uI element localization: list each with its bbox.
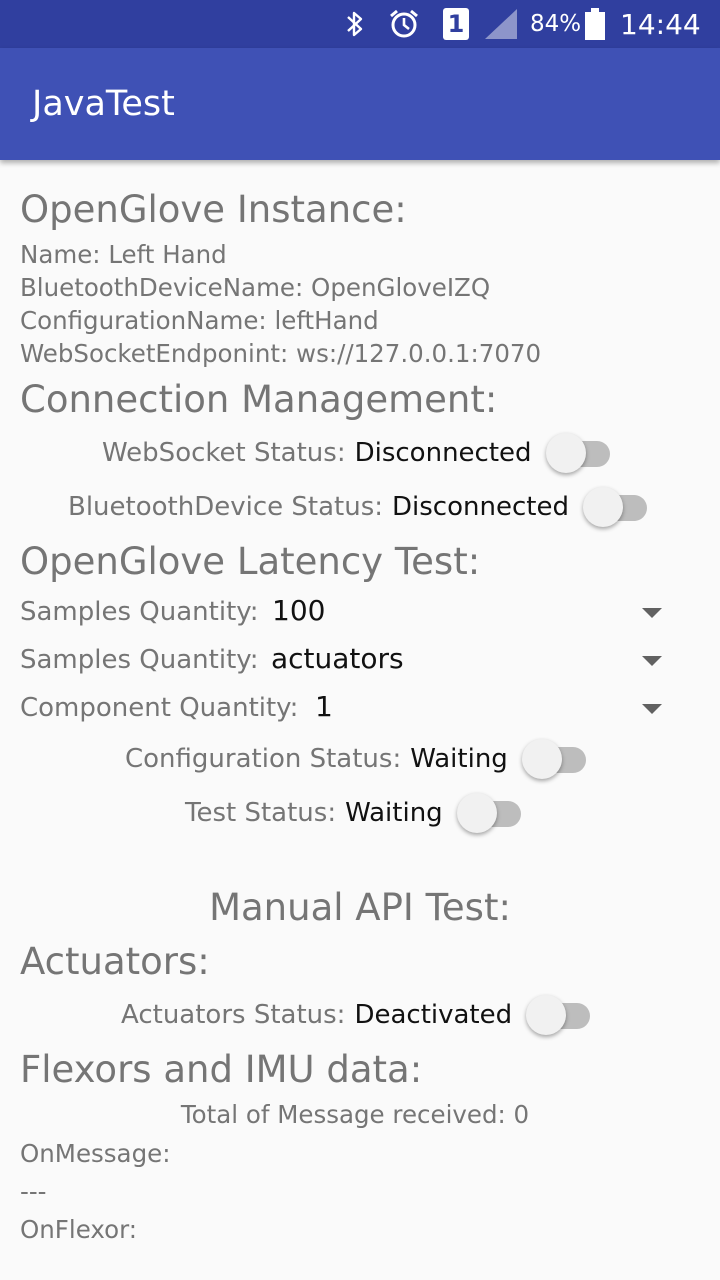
samples-quantity-value: 100 <box>272 594 326 627</box>
test-toggle[interactable] <box>456 791 525 835</box>
app-title: JavaTest <box>32 84 175 124</box>
latency-heading: OpenGlove Latency Test: <box>20 540 481 583</box>
on-message-label: OnMessage: <box>20 1139 171 1168</box>
on-flexor-label: OnFlexor: <box>20 1215 137 1244</box>
bluetooth-status-value: Disconnected <box>392 492 569 522</box>
status-bar: 1 84% 14:44 <box>0 0 720 48</box>
test-status-value: Waiting <box>345 798 443 828</box>
samples-type-label: Samples Quantity: <box>20 645 259 675</box>
sim-icon: 1 <box>443 0 469 48</box>
test-status-row: Test Status: Waiting <box>185 791 525 835</box>
component-quantity-value: 1 <box>315 690 333 723</box>
actuators-heading: Actuators: <box>20 940 210 983</box>
samples-type-value: actuators <box>271 642 404 675</box>
chevron-down-icon <box>642 608 662 618</box>
bluetooth-status-label: BluetoothDevice Status: <box>68 492 384 522</box>
alarm-icon <box>387 0 421 48</box>
actuators-status-value: Deactivated <box>354 1000 513 1030</box>
connection-heading: Connection Management: <box>20 378 498 421</box>
battery-icon <box>584 0 606 48</box>
on-message-value: --- <box>20 1177 47 1206</box>
component-quantity-label: Component Quantity: <box>20 693 299 723</box>
configuration-toggle[interactable] <box>521 737 590 781</box>
bluetooth-toggle[interactable] <box>582 485 651 529</box>
websocket-status-row: WebSocket Status: Disconnected <box>102 431 614 475</box>
signal-icon <box>483 0 519 48</box>
configuration-status-label: Configuration Status: <box>125 744 402 774</box>
chevron-down-icon <box>642 656 662 666</box>
samples-type-spinner[interactable]: actuators <box>256 638 676 682</box>
websocket-toggle[interactable] <box>545 431 614 475</box>
instance-name: Name: Left Hand <box>20 240 227 269</box>
configuration-status-value: Waiting <box>410 744 508 774</box>
actuators-status-label: Actuators Status: <box>121 1000 346 1030</box>
actuators-toggle[interactable] <box>526 993 594 1037</box>
instance-websocket-endpoint: WebSocketEndponint: ws://127.0.0.1:7070 <box>20 339 542 368</box>
battery-percent: 84% <box>530 11 582 37</box>
samples-quantity-spinner[interactable]: 100 <box>256 590 676 634</box>
component-quantity-row: Component Quantity: <box>20 688 298 728</box>
samples-quantity-row: Samples Quantity: <box>20 592 259 632</box>
samples-type-row: Samples Quantity: <box>20 640 259 680</box>
chevron-down-icon <box>642 704 662 714</box>
bluetooth-status-row: BluetoothDevice Status: Disconnected <box>68 485 651 529</box>
instance-configuration-name: ConfigurationName: leftHand <box>20 306 379 335</box>
app-bar: JavaTest <box>0 48 720 160</box>
total-messages: Total of Message received: 0 <box>180 1100 530 1129</box>
instance-bluetooth-device-name: BluetoothDeviceName: OpenGloveIZQ <box>20 273 491 302</box>
flexors-heading: Flexors and IMU data: <box>20 1048 423 1091</box>
sim-number: 1 <box>443 8 469 40</box>
bluetooth-icon <box>343 0 367 48</box>
samples-quantity-label: Samples Quantity: <box>20 597 259 627</box>
manual-heading: Manual API Test: <box>209 886 511 929</box>
component-quantity-spinner[interactable]: 1 <box>300 686 676 730</box>
test-status-label: Test Status: <box>185 798 337 828</box>
websocket-status-label: WebSocket Status: <box>102 438 346 468</box>
actuators-status-row: Actuators Status: Deactivated <box>121 993 594 1037</box>
configuration-status-row: Configuration Status: Waiting <box>125 737 590 781</box>
websocket-status-value: Disconnected <box>354 438 532 468</box>
clock: 14:44 <box>620 7 701 41</box>
instance-heading: OpenGlove Instance: <box>20 188 407 231</box>
